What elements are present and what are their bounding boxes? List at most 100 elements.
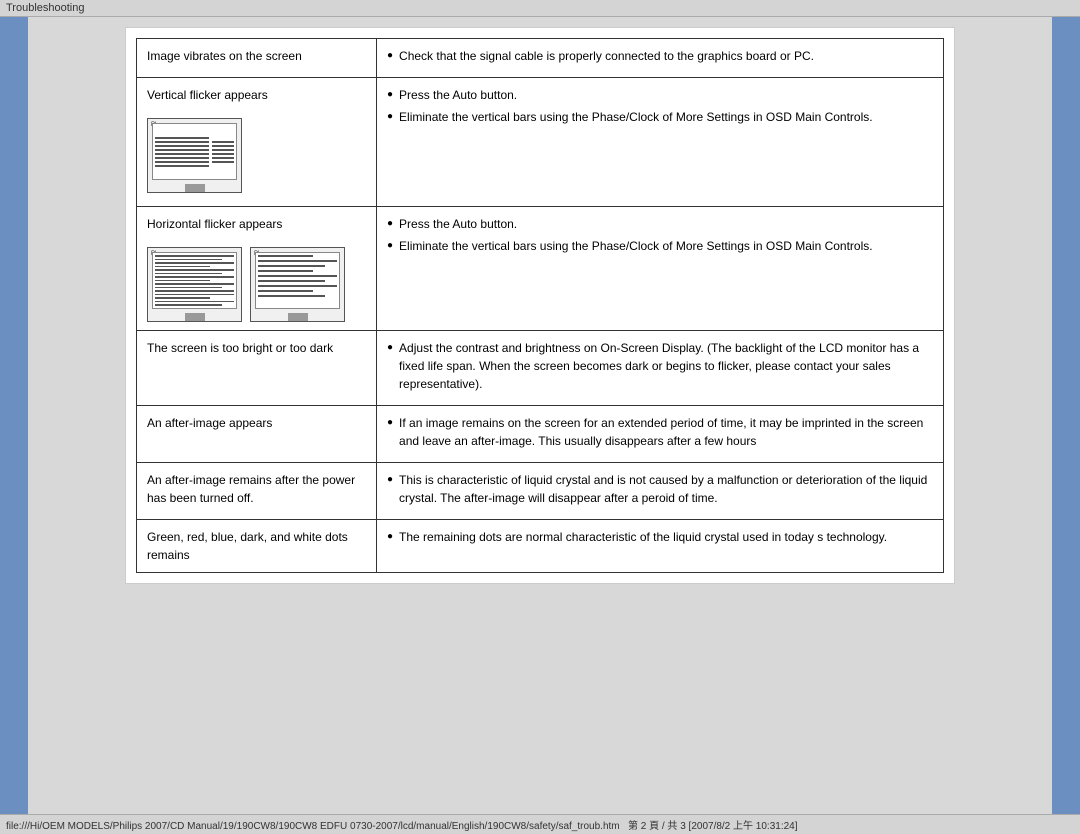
vbar-line (155, 149, 209, 151)
left-cell: An after-image remains after the power h… (137, 463, 377, 520)
left-cell-image: Vertical flicker appears Pl (137, 78, 377, 207)
vbar-line (155, 165, 209, 167)
page-content: Image vibrates on the screen Check that … (125, 27, 955, 584)
hbar-container (256, 253, 339, 308)
vbar-line (212, 145, 234, 147)
table-row: An after-image remains after the power h… (137, 463, 944, 520)
problem-label: Green, red, blue, dark, and white dots r… (147, 530, 348, 562)
vbar-line (155, 153, 209, 155)
hbar-line (258, 280, 325, 282)
bullet-item: Press the Auto button. (387, 86, 933, 104)
top-bar-label: Troubleshooting (6, 2, 84, 14)
left-cell: Green, red, blue, dark, and white dots r… (137, 520, 377, 573)
vbar-group (155, 137, 209, 167)
vbar-container (153, 124, 236, 179)
right-cell: Press the Auto button. Eliminate the ver… (377, 207, 944, 331)
hbar-line (155, 255, 234, 257)
table-row: Vertical flicker appears Pl (137, 78, 944, 207)
monitor-stand (288, 313, 308, 321)
problem-label: The screen is too bright or too dark (147, 341, 333, 355)
hbar-line (258, 285, 337, 287)
hbar-line (258, 265, 325, 267)
hbar-line (258, 255, 313, 257)
table-row: Horizontal flicker appears Pl (137, 207, 944, 331)
right-cell: If an image remains on the screen for an… (377, 406, 944, 463)
right-cell: Adjust the contrast and brightness on On… (377, 331, 944, 406)
left-sidebar (0, 17, 28, 814)
bottom-bar-path: file:///Hi/OEM MODELS/Philips 2007/CD Ma… (6, 821, 798, 832)
bullet-text: Press the Auto button. (399, 215, 517, 233)
monitor-sketch-horizontal-1: Pl (147, 247, 242, 322)
table-row: An after-image appears If an image remai… (137, 406, 944, 463)
hbar-line (155, 294, 234, 296)
right-cell: Press the Auto button. Eliminate the ver… (377, 78, 944, 207)
vbar-line (155, 145, 209, 147)
right-sidebar (1052, 17, 1080, 814)
bullet-item: Press the Auto button. (387, 215, 933, 233)
vbar-line (155, 161, 209, 163)
hbar-line (155, 304, 222, 306)
hbar-container (153, 253, 236, 308)
bullet-item: Eliminate the vertical bars using the Ph… (387, 237, 933, 255)
monitor-stand (185, 313, 205, 321)
hbar-line (258, 260, 337, 262)
bullet-text: Press the Auto button. (399, 86, 517, 104)
hbar-line (155, 269, 234, 271)
hbar-line (258, 275, 337, 277)
vertical-flicker-label: Vertical flicker appears (147, 86, 366, 104)
table-row: The screen is too bright or too dark Adj… (137, 331, 944, 406)
right-cell: Check that the signal cable is properly … (377, 39, 944, 78)
right-cell: The remaining dots are normal characteri… (377, 520, 944, 573)
left-cell-image: Horizontal flicker appears Pl (137, 207, 377, 331)
hbar-line (155, 266, 210, 268)
vbar-line (155, 141, 209, 143)
vbar-line (212, 149, 234, 151)
bullet-text: Adjust the contrast and brightness on On… (399, 339, 933, 393)
bullet-text: The remaining dots are normal characteri… (399, 528, 887, 546)
bullet-text: Eliminate the vertical bars using the Ph… (399, 237, 873, 255)
hbar-line (155, 280, 210, 282)
content-area: Image vibrates on the screen Check that … (28, 17, 1052, 814)
bullet-item: Check that the signal cable is properly … (387, 47, 933, 65)
monitor-screen (152, 123, 237, 180)
monitor-sketch-vertical: Pl (147, 118, 242, 193)
vbar-line (212, 161, 234, 163)
bottom-bar: file:///Hi/OEM MODELS/Philips 2007/CD Ma… (0, 814, 1080, 834)
troubleshooting-table: Image vibrates on the screen Check that … (136, 38, 944, 573)
top-bar: Troubleshooting (0, 0, 1080, 17)
bullet-text: If an image remains on the screen for an… (399, 414, 933, 450)
hbar-line (258, 290, 313, 292)
horizontal-flicker-label: Horizontal flicker appears (147, 215, 366, 233)
monitor-stand (185, 184, 205, 192)
table-row: Image vibrates on the screen Check that … (137, 39, 944, 78)
hbar-line (155, 290, 234, 292)
left-cell: An after-image appears (137, 406, 377, 463)
table-row: Green, red, blue, dark, and white dots r… (137, 520, 944, 573)
bullet-item: Adjust the contrast and brightness on On… (387, 339, 933, 393)
vbar-group (212, 141, 234, 163)
hbar-line (155, 276, 234, 278)
bullet-text: Eliminate the vertical bars using the Ph… (399, 108, 873, 126)
vbar-line (212, 141, 234, 143)
bullet-text: Check that the signal cable is properly … (399, 47, 814, 65)
hbar-line (258, 295, 325, 297)
bullet-item: Eliminate the vertical bars using the Ph… (387, 108, 933, 126)
vbar-line (212, 157, 234, 159)
vbar-line (155, 137, 209, 139)
hbar-line (155, 283, 234, 285)
left-cell: The screen is too bright or too dark (137, 331, 377, 406)
hbar-line (155, 287, 222, 289)
bullet-text: This is characteristic of liquid crystal… (399, 471, 933, 507)
bullet-item: This is characteristic of liquid crystal… (387, 471, 933, 507)
hbar-line (155, 297, 210, 299)
hbar-line (155, 273, 222, 275)
bullet-item: The remaining dots are normal characteri… (387, 528, 933, 546)
problem-label: An after-image remains after the power h… (147, 473, 355, 505)
vbar-line (212, 153, 234, 155)
right-cell: This is characteristic of liquid crystal… (377, 463, 944, 520)
problem-label: Image vibrates on the screen (147, 49, 302, 63)
hbar-line (155, 262, 234, 264)
hbar-line (155, 301, 234, 303)
vbar-line (155, 157, 209, 159)
hbar-line (258, 270, 313, 272)
